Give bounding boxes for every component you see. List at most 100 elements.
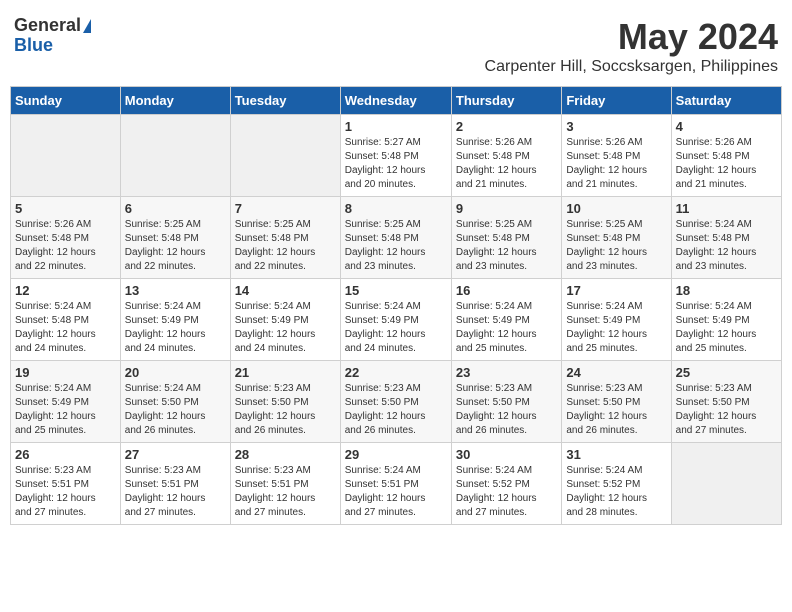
header-cell-wednesday: Wednesday — [340, 87, 451, 115]
calendar-table: SundayMondayTuesdayWednesdayThursdayFrid… — [10, 86, 782, 525]
calendar-cell: 31 Sunrise: 5:24 AM Sunset: 5:52 PM Dayli… — [562, 443, 671, 525]
day-number: 3 — [566, 119, 666, 134]
day-info: Sunrise: 5:24 AM Sunset: 5:49 PM Dayligh… — [235, 300, 336, 356]
logo-general-text: General — [14, 16, 81, 36]
calendar-cell: 25 Sunrise: 5:23 AM Sunset: 5:50 PM Dayli… — [671, 361, 781, 443]
day-info: Sunrise: 5:23 AM Sunset: 5:51 PM Dayligh… — [15, 464, 116, 520]
calendar-week-1: 1 Sunrise: 5:27 AM Sunset: 5:48 PM Daylig… — [11, 115, 782, 197]
calendar-cell: 18 Sunrise: 5:24 AM Sunset: 5:49 PM Dayli… — [671, 279, 781, 361]
day-info: Sunrise: 5:23 AM Sunset: 5:50 PM Dayligh… — [345, 382, 447, 438]
day-number: 14 — [235, 283, 336, 298]
day-info: Sunrise: 5:24 AM Sunset: 5:51 PM Dayligh… — [345, 464, 447, 520]
day-info: Sunrise: 5:26 AM Sunset: 5:48 PM Dayligh… — [566, 136, 666, 192]
calendar-cell — [120, 115, 230, 197]
calendar-cell — [671, 443, 781, 525]
calendar-cell: 17 Sunrise: 5:24 AM Sunset: 5:49 PM Dayli… — [562, 279, 671, 361]
day-number: 1 — [345, 119, 447, 134]
calendar-cell: 8Sunrise: 5:25 AM Sunset: 5:48 PM Daylig… — [340, 197, 451, 279]
calendar-cell: 20Sunrise: 5:24 AM Sunset: 5:50 PM Dayli… — [120, 361, 230, 443]
month-title: May 2024 — [485, 16, 778, 58]
day-number: 31 — [566, 447, 666, 462]
calendar-cell: 10 Sunrise: 5:25 AM Sunset: 5:48 PM Dayli… — [562, 197, 671, 279]
day-info: Sunrise: 5:23 AM Sunset: 5:50 PM Dayligh… — [235, 382, 336, 438]
day-number: 21 — [235, 365, 336, 380]
calendar-cell: 21 Sunrise: 5:23 AM Sunset: 5:50 PM Dayli… — [230, 361, 340, 443]
page-header: General Blue May 2024 Carpenter Hill, So… — [10, 10, 782, 82]
day-info: Sunrise: 5:24 AM Sunset: 5:49 PM Dayligh… — [456, 300, 557, 356]
day-info: Sunrise: 5:24 AM Sunset: 5:48 PM Dayligh… — [15, 300, 116, 356]
calendar-cell: 26 Sunrise: 5:23 AM Sunset: 5:51 PM Dayli… — [11, 443, 121, 525]
calendar-cell: 16Sunrise: 5:24 AM Sunset: 5:49 PM Dayli… — [451, 279, 561, 361]
day-number: 23 — [456, 365, 557, 380]
day-number: 15 — [345, 283, 447, 298]
calendar-cell — [230, 115, 340, 197]
day-number: 4 — [676, 119, 777, 134]
header-cell-thursday: Thursday — [451, 87, 561, 115]
day-number: 11 — [676, 201, 777, 216]
calendar-week-2: 5Sunrise: 5:26 AM Sunset: 5:48 PM Daylig… — [11, 197, 782, 279]
calendar-cell: 30 Sunrise: 5:24 AM Sunset: 5:52 PM Dayli… — [451, 443, 561, 525]
calendar-cell: 1 Sunrise: 5:27 AM Sunset: 5:48 PM Daylig… — [340, 115, 451, 197]
day-number: 25 — [676, 365, 777, 380]
day-number: 26 — [15, 447, 116, 462]
calendar-cell: 22 Sunrise: 5:23 AM Sunset: 5:50 PM Dayli… — [340, 361, 451, 443]
calendar-cell: 13 Sunrise: 5:24 AM Sunset: 5:49 PM Dayli… — [120, 279, 230, 361]
day-info: Sunrise: 5:26 AM Sunset: 5:48 PM Dayligh… — [456, 136, 557, 192]
day-info: Sunrise: 5:25 AM Sunset: 5:48 PM Dayligh… — [566, 218, 666, 274]
day-info: Sunrise: 5:25 AM Sunset: 5:48 PM Dayligh… — [235, 218, 336, 274]
day-info: Sunrise: 5:23 AM Sunset: 5:51 PM Dayligh… — [235, 464, 336, 520]
calendar-cell: 9 Sunrise: 5:25 AM Sunset: 5:48 PM Daylig… — [451, 197, 561, 279]
title-section: May 2024 Carpenter Hill, Soccsksargen, P… — [485, 16, 778, 76]
calendar-cell: 5Sunrise: 5:26 AM Sunset: 5:48 PM Daylig… — [11, 197, 121, 279]
day-info: Sunrise: 5:24 AM Sunset: 5:49 PM Dayligh… — [566, 300, 666, 356]
header-cell-friday: Friday — [562, 87, 671, 115]
day-number: 27 — [125, 447, 226, 462]
calendar-cell: 19Sunrise: 5:24 AM Sunset: 5:49 PM Dayli… — [11, 361, 121, 443]
day-info: Sunrise: 5:24 AM Sunset: 5:49 PM Dayligh… — [676, 300, 777, 356]
day-number: 19 — [15, 365, 116, 380]
header-cell-tuesday: Tuesday — [230, 87, 340, 115]
day-number: 10 — [566, 201, 666, 216]
day-info: Sunrise: 5:24 AM Sunset: 5:52 PM Dayligh… — [456, 464, 557, 520]
day-info: Sunrise: 5:24 AM Sunset: 5:49 PM Dayligh… — [125, 300, 226, 356]
day-number: 24 — [566, 365, 666, 380]
day-number: 29 — [345, 447, 447, 462]
day-info: Sunrise: 5:25 AM Sunset: 5:48 PM Dayligh… — [345, 218, 447, 274]
day-number: 17 — [566, 283, 666, 298]
day-info: Sunrise: 5:27 AM Sunset: 5:48 PM Dayligh… — [345, 136, 447, 192]
calendar-cell: 4 Sunrise: 5:26 AM Sunset: 5:48 PM Daylig… — [671, 115, 781, 197]
day-info: Sunrise: 5:23 AM Sunset: 5:51 PM Dayligh… — [125, 464, 226, 520]
calendar-cell: 11Sunrise: 5:24 AM Sunset: 5:48 PM Dayli… — [671, 197, 781, 279]
day-info: Sunrise: 5:25 AM Sunset: 5:48 PM Dayligh… — [456, 218, 557, 274]
day-number: 5 — [15, 201, 116, 216]
calendar-week-5: 26 Sunrise: 5:23 AM Sunset: 5:51 PM Dayli… — [11, 443, 782, 525]
calendar-cell: 28 Sunrise: 5:23 AM Sunset: 5:51 PM Dayli… — [230, 443, 340, 525]
calendar-cell: 6Sunrise: 5:25 AM Sunset: 5:48 PM Daylig… — [120, 197, 230, 279]
calendar-cell: 24Sunrise: 5:23 AM Sunset: 5:50 PM Dayli… — [562, 361, 671, 443]
day-number: 2 — [456, 119, 557, 134]
calendar-cell: 15Sunrise: 5:24 AM Sunset: 5:49 PM Dayli… — [340, 279, 451, 361]
day-info: Sunrise: 5:24 AM Sunset: 5:50 PM Dayligh… — [125, 382, 226, 438]
day-number: 9 — [456, 201, 557, 216]
day-number: 18 — [676, 283, 777, 298]
calendar-cell: 23 Sunrise: 5:23 AM Sunset: 5:50 PM Dayli… — [451, 361, 561, 443]
logo: General Blue — [14, 16, 91, 56]
calendar-cell — [11, 115, 121, 197]
day-info: Sunrise: 5:25 AM Sunset: 5:48 PM Dayligh… — [125, 218, 226, 274]
header-cell-sunday: Sunday — [11, 87, 121, 115]
day-info: Sunrise: 5:24 AM Sunset: 5:52 PM Dayligh… — [566, 464, 666, 520]
calendar-cell: 12 Sunrise: 5:24 AM Sunset: 5:48 PM Dayli… — [11, 279, 121, 361]
day-info: Sunrise: 5:23 AM Sunset: 5:50 PM Dayligh… — [676, 382, 777, 438]
day-number: 22 — [345, 365, 447, 380]
header-row: SundayMondayTuesdayWednesdayThursdayFrid… — [11, 87, 782, 115]
header-cell-monday: Monday — [120, 87, 230, 115]
day-number: 13 — [125, 283, 226, 298]
calendar-cell: 7Sunrise: 5:25 AM Sunset: 5:48 PM Daylig… — [230, 197, 340, 279]
calendar-cell: 14 Sunrise: 5:24 AM Sunset: 5:49 PM Dayli… — [230, 279, 340, 361]
day-number: 12 — [15, 283, 116, 298]
day-info: Sunrise: 5:23 AM Sunset: 5:50 PM Dayligh… — [456, 382, 557, 438]
day-number: 28 — [235, 447, 336, 462]
day-info: Sunrise: 5:26 AM Sunset: 5:48 PM Dayligh… — [676, 136, 777, 192]
day-number: 30 — [456, 447, 557, 462]
calendar-week-4: 19Sunrise: 5:24 AM Sunset: 5:49 PM Dayli… — [11, 361, 782, 443]
